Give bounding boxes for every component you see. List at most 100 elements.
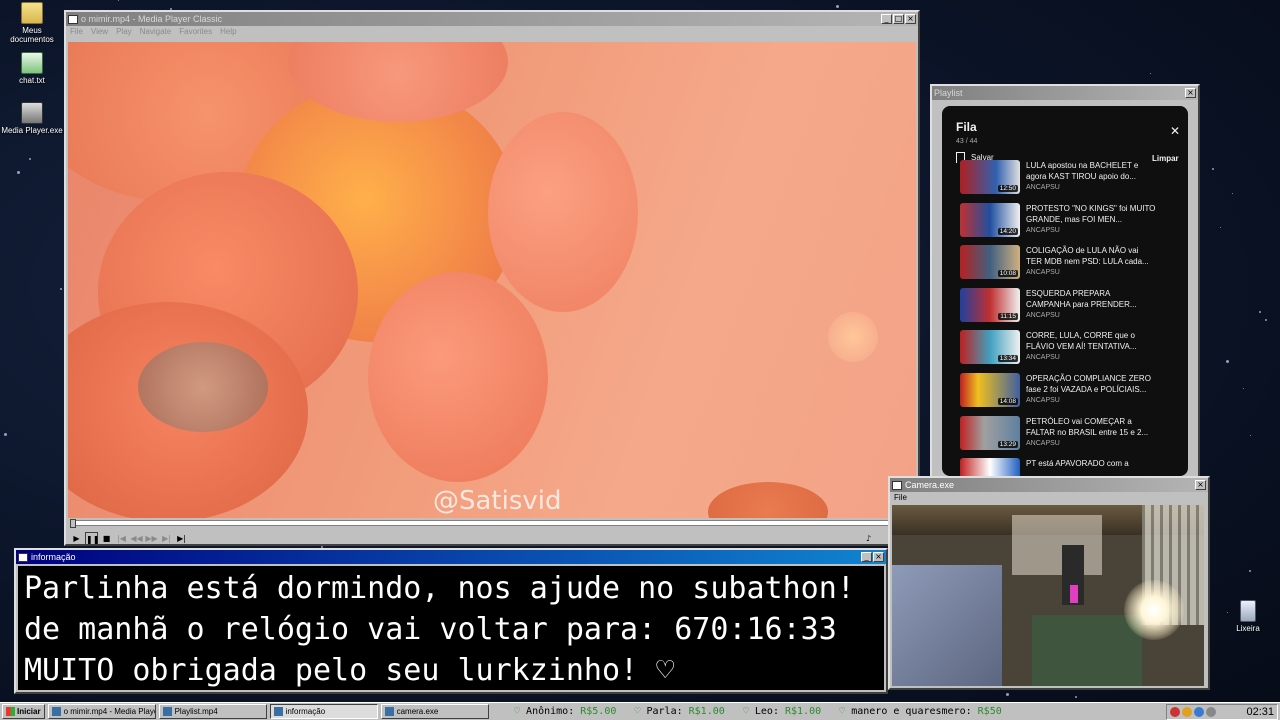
minimize-button[interactable]: _ xyxy=(861,552,872,562)
video-area[interactable]: @Satisvid xyxy=(68,42,916,518)
video-thumbnail[interactable]: 14:08 xyxy=(960,373,1020,407)
camera-titlebar[interactable]: Camera.exe × xyxy=(890,478,1208,492)
queue-title: Fila xyxy=(956,120,977,134)
separator: : xyxy=(965,706,978,717)
video-thumbnail[interactable]: 10:08 xyxy=(960,245,1020,280)
video-thumbnail[interactable]: 11:15 xyxy=(960,287,1020,322)
desktop-icon-documents[interactable]: Meus documentos xyxy=(0,2,64,44)
queue-item[interactable]: 12:50 LULA apostou na BACHELET e agora KA… xyxy=(960,160,1176,200)
video-title[interactable]: LULA apostou na BACHELET e agora KAST TI… xyxy=(1026,160,1156,182)
close-button[interactable]: × xyxy=(1195,480,1206,490)
queue-item[interactable]: PT está APAVORADO com aANCAPSU xyxy=(960,458,1176,476)
rewind-icon[interactable]: ◀◀ xyxy=(130,532,143,545)
tray-app-icon[interactable] xyxy=(1194,707,1204,717)
menu-favorites[interactable]: Favorites xyxy=(179,27,212,39)
menu-file[interactable]: File xyxy=(70,27,83,39)
heart-icon: ♡ xyxy=(514,706,527,717)
star xyxy=(4,433,7,436)
info-line-3: MUITO obrigada pelo seu lurkzinho! ♡ xyxy=(24,653,675,688)
tray-app-icon[interactable] xyxy=(1206,707,1216,717)
channel-name[interactable]: ANCAPSU xyxy=(1026,312,1060,319)
frame-step-icon[interactable]: ▶| xyxy=(175,532,188,545)
camera-window[interactable]: Camera.exe × File xyxy=(888,476,1210,690)
video-thumbnail[interactable]: 12:50 xyxy=(960,160,1020,194)
media-player-icon xyxy=(51,707,61,716)
volume-icon[interactable]: ♪ xyxy=(862,532,875,545)
media-player-window[interactable]: o mimir.mp4 - Media Player Classic _ □ ×… xyxy=(64,10,920,546)
menu-view[interactable]: View xyxy=(91,27,108,39)
seek-bar[interactable] xyxy=(70,520,890,526)
video-title[interactable]: ESQUERDA PREPARA CAMPANHA para PRENDER..… xyxy=(1026,288,1156,310)
star xyxy=(1150,73,1151,74)
maximize-button[interactable]: □ xyxy=(893,14,904,24)
video-thumbnail[interactable] xyxy=(960,458,1020,476)
start-button[interactable]: Iniciar xyxy=(2,704,45,719)
info-titlebar[interactable]: informação _ × xyxy=(16,550,886,564)
clock[interactable]: 02:31 xyxy=(1246,706,1274,718)
info-window[interactable]: informação _ × Parlinha está dormindo, n… xyxy=(14,548,888,694)
task-label: informação xyxy=(285,707,326,716)
close-button[interactable]: × xyxy=(905,14,916,24)
queue-item[interactable]: 11:15 ESQUERDA PREPARA CAMPANHA para PREN… xyxy=(960,287,1176,328)
tray-app-icon[interactable] xyxy=(1170,707,1180,717)
play-icon[interactable]: ▶ xyxy=(70,532,83,545)
menu-play[interactable]: Play xyxy=(116,27,132,39)
next-icon[interactable]: ▶| xyxy=(160,532,173,545)
tray-app-icon[interactable] xyxy=(1182,707,1192,717)
video-title[interactable]: PROTESTO "NO KINGS" foi MUITO GRANDE, ma… xyxy=(1026,203,1156,225)
camera-feed xyxy=(892,505,1204,686)
media-player-icon xyxy=(68,14,78,24)
stop-icon[interactable]: ■ xyxy=(100,532,113,545)
menu-file[interactable]: File xyxy=(894,493,907,505)
video-thumbnail[interactable]: 13:34 xyxy=(960,330,1020,365)
task-camera[interactable]: camera.exe xyxy=(380,704,489,719)
video-title[interactable]: PETRÓLEO vai COMEÇAR a FALTAR no BRASIL … xyxy=(1026,416,1156,438)
task-playlist[interactable]: Playlist.mp4 xyxy=(158,704,267,719)
media-player-titlebar[interactable]: o mimir.mp4 - Media Player Classic _ □ × xyxy=(66,12,918,26)
pause-icon[interactable]: ❚❚ xyxy=(85,532,99,545)
desktop-icon-chat[interactable]: chat.txt xyxy=(0,52,64,85)
star xyxy=(1226,360,1229,363)
queue-item[interactable]: 14:20 PROTESTO "NO KINGS" foi MUITO GRAND… xyxy=(960,202,1176,243)
minimize-button[interactable]: _ xyxy=(881,14,892,24)
menu-navigate[interactable]: Navigate xyxy=(140,27,172,39)
channel-name[interactable]: ANCAPSU xyxy=(1026,269,1060,276)
queue-item[interactable]: 14:08 OPERAÇÃO COMPLIANCE ZERO fase 2 foi… xyxy=(960,373,1176,413)
star xyxy=(1259,311,1261,313)
taskbar: Iniciar o mimir.mp4 - Media Player... Pl… xyxy=(0,702,1280,720)
window-title: Camera.exe xyxy=(905,480,955,490)
seek-handle[interactable] xyxy=(70,519,76,528)
close-button[interactable]: × xyxy=(873,552,884,562)
task-media-player[interactable]: o mimir.mp4 - Media Player... xyxy=(47,704,156,719)
channel-name[interactable]: ANCAPSU xyxy=(1026,397,1060,404)
video-title[interactable]: PT está APAVORADO com a xyxy=(1026,458,1156,469)
channel-name[interactable]: ANCAPSU xyxy=(1026,354,1060,361)
playlist-titlebar[interactable]: Playlist × xyxy=(932,86,1198,100)
star xyxy=(1006,693,1009,696)
close-button[interactable]: × xyxy=(1185,88,1196,98)
close-icon[interactable]: ✕ xyxy=(1170,124,1180,138)
duration-badge: 11:15 xyxy=(998,312,1018,320)
desktop-icon-recycle-bin[interactable]: Lixeira xyxy=(1216,600,1280,633)
star xyxy=(1232,193,1233,194)
video-title[interactable]: CORRE, LULA, CORRE que o FLÁVIO VEM AÍ! … xyxy=(1026,330,1156,352)
menu-help[interactable]: Help xyxy=(220,27,236,39)
channel-name[interactable]: ANCAPSU xyxy=(1026,440,1060,447)
channel-name[interactable]: ANCAPSU xyxy=(1026,227,1060,234)
queue-item[interactable]: 10:08 COLIGAÇÃO de LULA NÃO vai TER MDB n… xyxy=(960,245,1176,285)
video-title[interactable]: COLIGAÇÃO de LULA NÃO vai TER MDB nem PS… xyxy=(1026,245,1156,267)
video-thumbnail[interactable]: 13:29 xyxy=(960,415,1020,450)
playlist-window[interactable]: Playlist × Fila 43 / 44 ✕ Salvar Limpar … xyxy=(930,84,1200,480)
queue-panel: Fila 43 / 44 ✕ Salvar Limpar 12:50 LULA a… xyxy=(942,106,1188,476)
previous-icon[interactable]: |◀ xyxy=(115,532,128,545)
queue-item[interactable]: 13:29 PETRÓLEO vai COMEÇAR a FALTAR no BR… xyxy=(960,415,1176,456)
fast-forward-icon[interactable]: ▶▶ xyxy=(145,532,158,545)
desktop-icon-media-player[interactable]: Media Player.exe xyxy=(0,102,64,135)
video-title[interactable]: OPERAÇÃO COMPLIANCE ZERO fase 2 foi VAZA… xyxy=(1026,373,1156,395)
task-label: o mimir.mp4 - Media Player... xyxy=(63,707,155,716)
queue-item[interactable]: 13:34 CORRE, LULA, CORRE que o FLÁVIO VEM… xyxy=(960,330,1176,370)
task-info[interactable]: informação xyxy=(269,704,378,719)
video-thumbnail[interactable]: 14:20 xyxy=(960,202,1020,237)
channel-name[interactable]: ANCAPSU xyxy=(1026,184,1060,191)
